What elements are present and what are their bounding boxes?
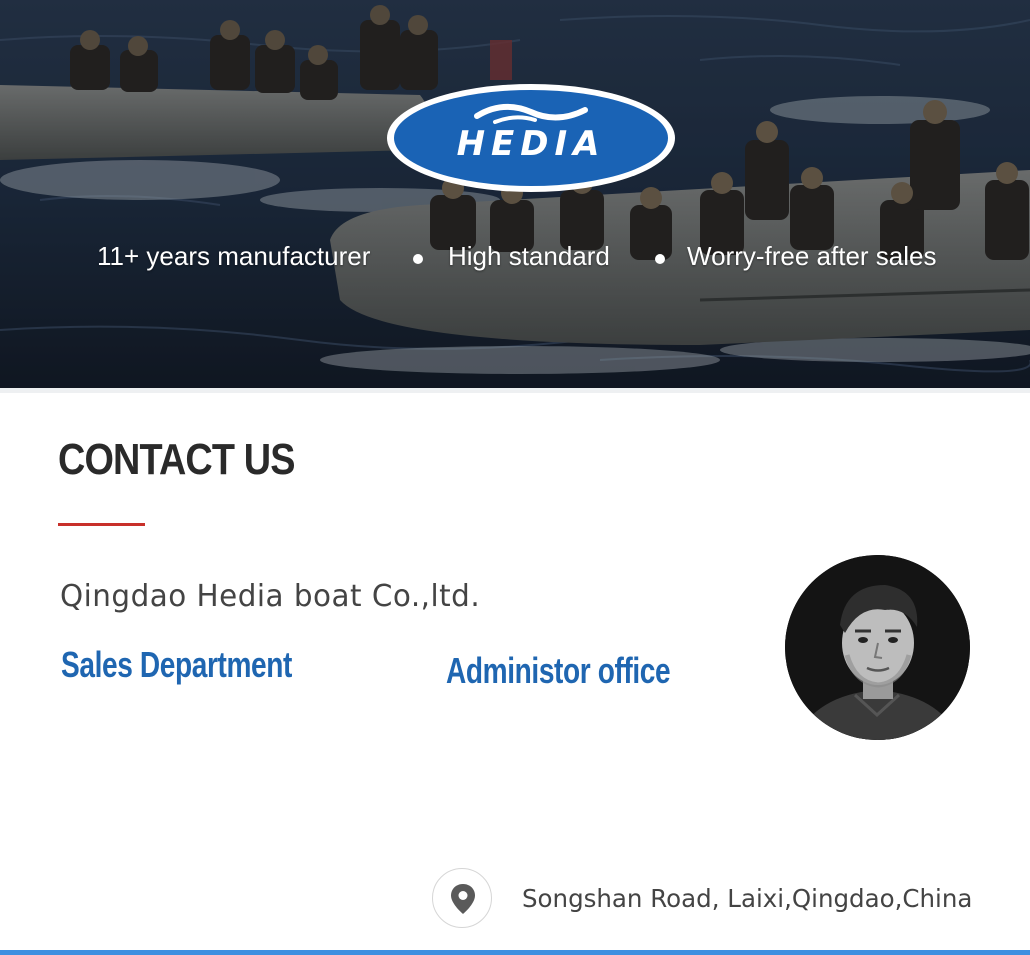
sales-department-link[interactable]: Sales Department [61, 643, 292, 687]
feature-item: Worry-free after sales [687, 241, 937, 271]
section-divider [0, 388, 1030, 393]
title-underline [58, 523, 145, 526]
bullet-dot-icon [655, 254, 665, 264]
administor-office-link[interactable]: Administor office [446, 649, 671, 693]
brand-logo[interactable]: HEDIA [385, 82, 677, 194]
address-row: Songshan Road, Laixi,Qingdao,China [432, 868, 1012, 932]
address-text: Songshan Road, Laixi,Qingdao,China [522, 884, 973, 913]
bottom-accent-bar [0, 950, 1030, 955]
bullet-dot-icon [413, 254, 423, 264]
brand-name: HEDIA [456, 124, 606, 164]
page-title: CONTACT US [58, 435, 296, 484]
feature-item: 11+ years manufacturer [97, 241, 371, 271]
company-name: Qingdao Hedia boat Co.,ltd. [60, 579, 481, 614]
feature-list: 11+ years manufacturer High standard Wor… [0, 238, 1030, 278]
contact-page: HEDIA 11+ years manufacturer High standa… [0, 0, 1030, 955]
feature-item: High standard [448, 241, 610, 271]
avatar [785, 555, 970, 740]
hero-banner: HEDIA 11+ years manufacturer High standa… [0, 0, 1030, 388]
map-pin-icon[interactable] [432, 868, 492, 928]
